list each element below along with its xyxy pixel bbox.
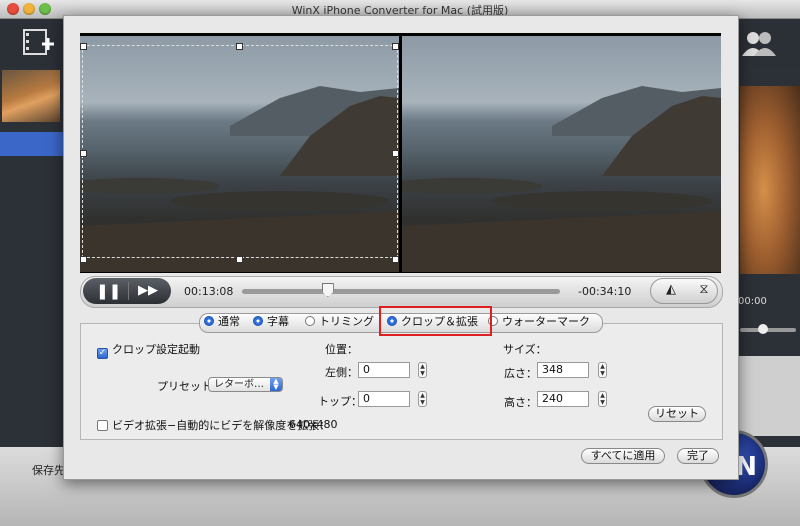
- landscape-art: [402, 86, 721, 272]
- apply-all-button[interactable]: すべてに適用: [581, 448, 665, 464]
- radio-icon: [204, 316, 214, 326]
- video-thumbnail[interactable]: [2, 70, 60, 122]
- height-input[interactable]: 240: [537, 391, 589, 407]
- volume-slider[interactable]: [740, 324, 796, 334]
- selected-file-row[interactable]: [0, 132, 63, 156]
- tab-label: 字幕: [267, 315, 289, 328]
- crop-enable-checkbox[interactable]: ✓ クロップ設定起動: [97, 341, 200, 359]
- top-input[interactable]: 0: [358, 391, 410, 407]
- tab-watermark[interactable]: ウォーターマーク: [488, 314, 590, 330]
- height-label: 高さ：: [504, 396, 537, 409]
- tab-label: トリミング: [319, 315, 374, 328]
- checkmark-icon: ✓: [97, 348, 108, 359]
- volume-slider-knob[interactable]: [758, 324, 768, 334]
- width-input[interactable]: 348: [537, 362, 589, 378]
- position-heading: 位置：: [325, 343, 358, 356]
- tab-subtitle[interactable]: 字幕: [253, 314, 289, 330]
- seek-bar[interactable]: [242, 289, 560, 294]
- crop-handle-top-left[interactable]: [80, 43, 87, 50]
- pause-button[interactable]: ❚❚: [96, 281, 121, 301]
- reset-button[interactable]: リセット: [648, 406, 706, 422]
- add-video-icon[interactable]: [22, 26, 58, 58]
- current-time: 00:13:08: [184, 285, 234, 298]
- radio-icon: [305, 316, 315, 326]
- flip-horizontal-button[interactable]: ◭: [660, 282, 682, 300]
- remaining-time: -00:34:10: [578, 285, 632, 298]
- expand-resolution: 640x480: [289, 418, 338, 431]
- done-button[interactable]: 完了: [677, 448, 719, 464]
- height-stepper[interactable]: ▲ ▼: [598, 391, 607, 407]
- width-label: 広さ：: [504, 367, 537, 380]
- checkbox-icon: [97, 420, 108, 431]
- flip-vertical-button[interactable]: ⧖: [693, 282, 715, 300]
- left-input[interactable]: 0: [358, 362, 410, 378]
- fast-forward-button[interactable]: ▶▶: [136, 281, 160, 301]
- tab-normal[interactable]: 通常: [204, 314, 240, 330]
- top-stepper[interactable]: ▲ ▼: [418, 391, 427, 407]
- crop-handle-bottom-left[interactable]: [80, 256, 87, 263]
- tab-trimming[interactable]: トリミング: [305, 314, 374, 330]
- size-heading: サイズ：: [503, 343, 547, 356]
- tab-highlight-box: [379, 306, 492, 336]
- crop-handle-right[interactable]: [392, 150, 399, 157]
- preset-value: レターボ…: [214, 379, 264, 390]
- crop-handle-top-right[interactable]: [392, 43, 399, 50]
- tab-label: 通常: [218, 315, 240, 328]
- left-label: 左側：: [325, 366, 358, 379]
- radio-icon: [253, 316, 263, 326]
- width-stepper[interactable]: ▲ ▼: [598, 362, 607, 378]
- crop-handle-top[interactable]: [236, 43, 243, 50]
- tab-label: ウォーターマーク: [502, 315, 590, 328]
- crop-enable-label: クロップ設定起動: [112, 343, 200, 356]
- select-arrows-icon: ▲ ▼: [270, 378, 282, 391]
- crop-handle-left[interactable]: [80, 150, 87, 157]
- preview-time: 00:00: [738, 296, 767, 307]
- left-stepper[interactable]: ▲ ▼: [418, 362, 427, 378]
- cropped-video-pane: [402, 36, 721, 272]
- crop-handle-bottom[interactable]: [236, 256, 243, 263]
- top-label: トップ：: [318, 395, 362, 408]
- preset-label: プリセット:: [157, 380, 216, 393]
- divider: [128, 282, 129, 300]
- preview-image: [740, 86, 800, 274]
- crop-handle-bottom-right[interactable]: [392, 256, 399, 263]
- crop-selection[interactable]: [82, 45, 398, 258]
- file-list-pane: [0, 67, 63, 447]
- preset-select[interactable]: レターボ… ▲ ▼: [208, 377, 283, 392]
- people-icon[interactable]: [742, 30, 776, 56]
